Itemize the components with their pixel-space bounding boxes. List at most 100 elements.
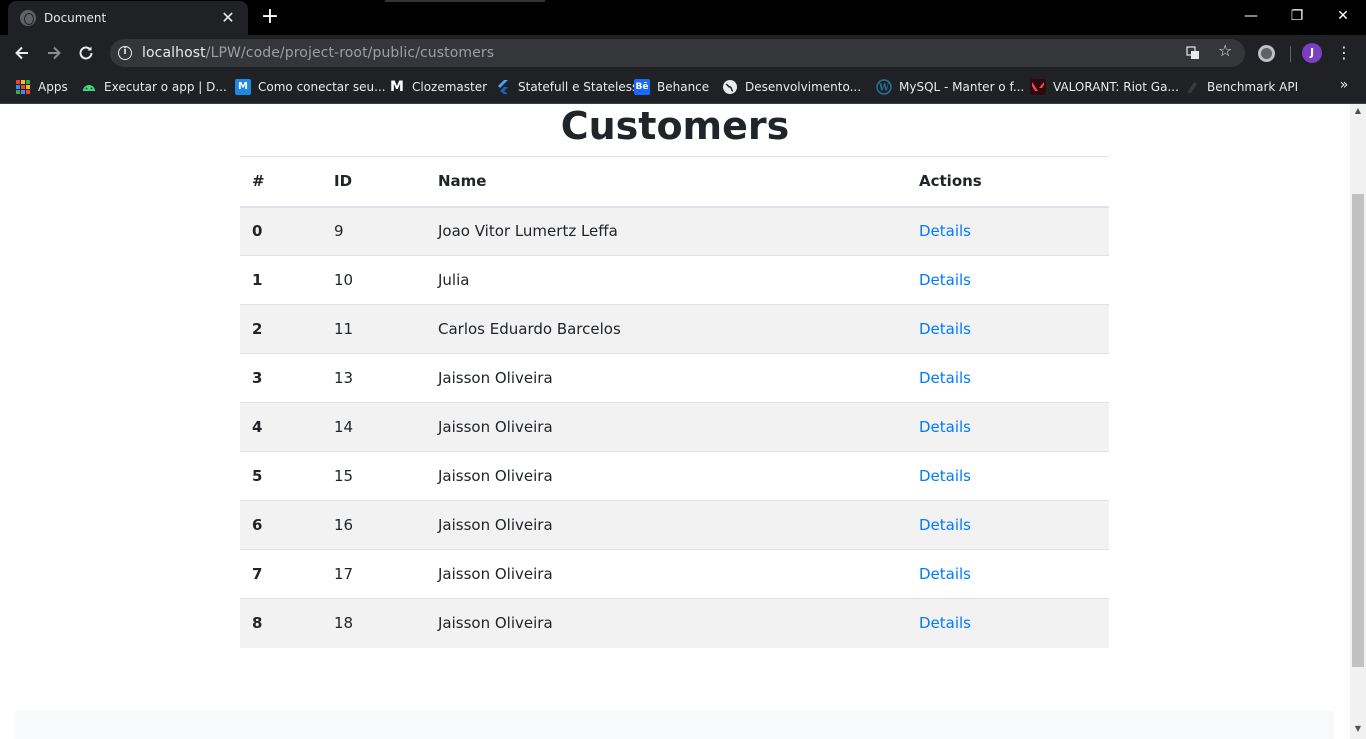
info-icon[interactable]: i — [118, 46, 132, 60]
row-actions: Details — [907, 451, 1109, 501]
row-index: 8 — [240, 598, 322, 648]
behance-icon: Bē — [634, 79, 650, 95]
page-viewport: Customers # ID Name Actions 0 9 Joao Vit… — [0, 104, 1350, 739]
restore-button[interactable]: ❐ — [1287, 6, 1307, 26]
benchmark-icon — [1184, 79, 1200, 95]
details-link[interactable]: Details — [919, 418, 971, 436]
bookmark-valorant[interactable]: VALORANT: Riot Ga... — [1030, 78, 1179, 96]
details-link[interactable]: Details — [919, 614, 971, 632]
profile-avatar[interactable]: J — [1302, 43, 1322, 63]
details-link[interactable]: Details — [919, 320, 971, 338]
column-header-id: ID — [322, 156, 426, 208]
reload-icon[interactable] — [75, 42, 97, 64]
row-id: 15 — [322, 451, 426, 501]
bookmark-apps[interactable]: Apps — [16, 78, 68, 96]
row-id: 13 — [322, 353, 426, 403]
bookmark-clozemaster[interactable]: M Clozemaster — [389, 78, 487, 96]
wordpress-icon: W — [876, 79, 892, 95]
bookmark-label: Behance — [657, 80, 710, 94]
details-link[interactable]: Details — [919, 369, 971, 387]
row-index: 7 — [240, 549, 322, 599]
column-header-index: # — [240, 156, 322, 208]
row-name: Joao Vitor Lumertz Leffa — [438, 222, 618, 241]
bookmark-desenvolvimento[interactable]: Desenvolvimento... — [722, 78, 861, 96]
android-icon — [81, 79, 97, 95]
browser-tab[interactable]: Document ✕ — [8, 1, 248, 35]
row-actions: Details — [907, 500, 1109, 550]
row-id: 14 — [322, 402, 426, 452]
row-index: 1 — [240, 255, 322, 305]
bookmark-benchmark-api[interactable]: Benchmark API — [1184, 78, 1298, 96]
row-id: 11 — [322, 304, 426, 354]
scroll-up-arrow-icon[interactable]: ▲ — [1350, 106, 1366, 115]
row-index: 4 — [240, 402, 322, 452]
vertical-scrollbar[interactable]: ▲ ▼ — [1350, 104, 1366, 739]
row-actions: Details — [907, 598, 1109, 648]
details-link[interactable]: Details — [919, 467, 971, 485]
row-actions: Details — [907, 304, 1109, 354]
table-row: 1 10 Julia Details — [240, 255, 1109, 305]
details-link[interactable]: Details — [919, 222, 971, 240]
details-link[interactable]: Details — [919, 565, 971, 583]
table-header-row: # ID Name Actions — [240, 156, 1109, 208]
row-name: Jaisson Oliveira — [426, 549, 907, 599]
url-host: localhost — [142, 45, 206, 61]
bookmarks-overflow-icon[interactable]: » — [1336, 77, 1352, 93]
bookmark-label: Apps — [38, 80, 68, 94]
bookmark-como-conectar[interactable]: M Como conectar seu... — [235, 78, 386, 96]
row-actions: Details — [907, 353, 1109, 403]
close-window-button[interactable]: ✕ — [1333, 6, 1353, 26]
bookmark-executar-app[interactable]: Executar o app | D... — [81, 78, 227, 96]
row-id: 10 — [322, 255, 426, 305]
details-link[interactable]: Details — [919, 271, 971, 289]
tab-title: Document — [44, 11, 107, 25]
scrollbar-thumb[interactable] — [1352, 194, 1364, 667]
bookmark-label: Como conectar seu... — [258, 80, 386, 94]
bookmarks-bar: Apps Executar o app | D... M Como conect… — [0, 71, 1366, 104]
row-name: Jaisson Oliveira — [426, 500, 907, 550]
url-path: /LPW/code/project-root/public/customers — [205, 45, 495, 61]
kebab-menu-icon[interactable]: ⋮ — [1336, 42, 1352, 64]
apps-grid-icon — [16, 80, 30, 94]
page-title: Customers — [560, 104, 790, 148]
bookmark-mysql[interactable]: W MySQL - Manter o f... — [876, 78, 1024, 96]
bookmark-behance[interactable]: Bē Behance — [634, 78, 709, 96]
svg-text:W: W — [878, 84, 890, 94]
minimize-button[interactable]: — — [1241, 6, 1261, 26]
row-name: Julia — [426, 255, 907, 305]
table-row: 6 16 Jaisson Oliveira Details — [240, 500, 1109, 550]
bookmark-label: VALORANT: Riot Ga... — [1053, 80, 1179, 94]
back-arrow-icon[interactable] — [11, 42, 33, 64]
globe-icon — [20, 10, 36, 26]
table-row: 2 11 Carlos Eduardo Barcelos Details — [240, 304, 1109, 354]
translate-icon[interactable] — [1186, 46, 1200, 63]
bookmark-label: Statefull e Stateless — [518, 80, 639, 94]
customers-table: # ID Name Actions 0 9 Joao Vitor Lumertz… — [240, 156, 1109, 648]
table-row: 3 13 Jaisson Oliveira Details — [240, 353, 1109, 403]
row-actions: Details — [907, 207, 1109, 256]
row-index: 6 — [240, 500, 322, 550]
browser-toolbar: i localhost/LPW/code/project-root/public… — [0, 35, 1366, 71]
clozemaster-icon: M — [390, 79, 404, 95]
column-header-actions: Actions — [907, 156, 1109, 208]
table-row: 0 9 Joao Vitor Lumertz Leffa Details — [240, 206, 1109, 256]
tab-strip: Document ✕ + — ❐ ✕ — [0, 0, 1366, 35]
address-bar[interactable]: i localhost/LPW/code/project-root/public… — [110, 39, 1245, 67]
scroll-down-arrow-icon[interactable]: ▼ — [1350, 724, 1366, 733]
bookmark-statefull[interactable]: Statefull e Stateless — [495, 78, 638, 96]
url-text: localhost/LPW/code/project-root/public/c… — [142, 45, 494, 61]
row-index: 5 — [240, 451, 322, 501]
details-link[interactable]: Details — [919, 516, 971, 534]
forward-arrow-icon[interactable] — [43, 42, 65, 64]
table-row: 4 14 Jaisson Oliveira Details — [240, 402, 1109, 452]
extension-icon[interactable] — [1258, 45, 1275, 62]
row-index: 2 — [240, 304, 322, 354]
new-tab-button[interactable]: + — [258, 5, 282, 29]
bookmark-label: Executar o app | D... — [104, 80, 227, 94]
bookmark-label: Desenvolvimento... — [745, 80, 862, 94]
close-tab-icon[interactable]: ✕ — [220, 10, 236, 26]
row-actions: Details — [907, 402, 1109, 452]
row-name: Jaisson Oliveira — [426, 598, 907, 648]
bookmark-star-icon[interactable]: ☆ — [1218, 43, 1232, 59]
row-name: Jaisson Oliveira — [426, 353, 907, 403]
